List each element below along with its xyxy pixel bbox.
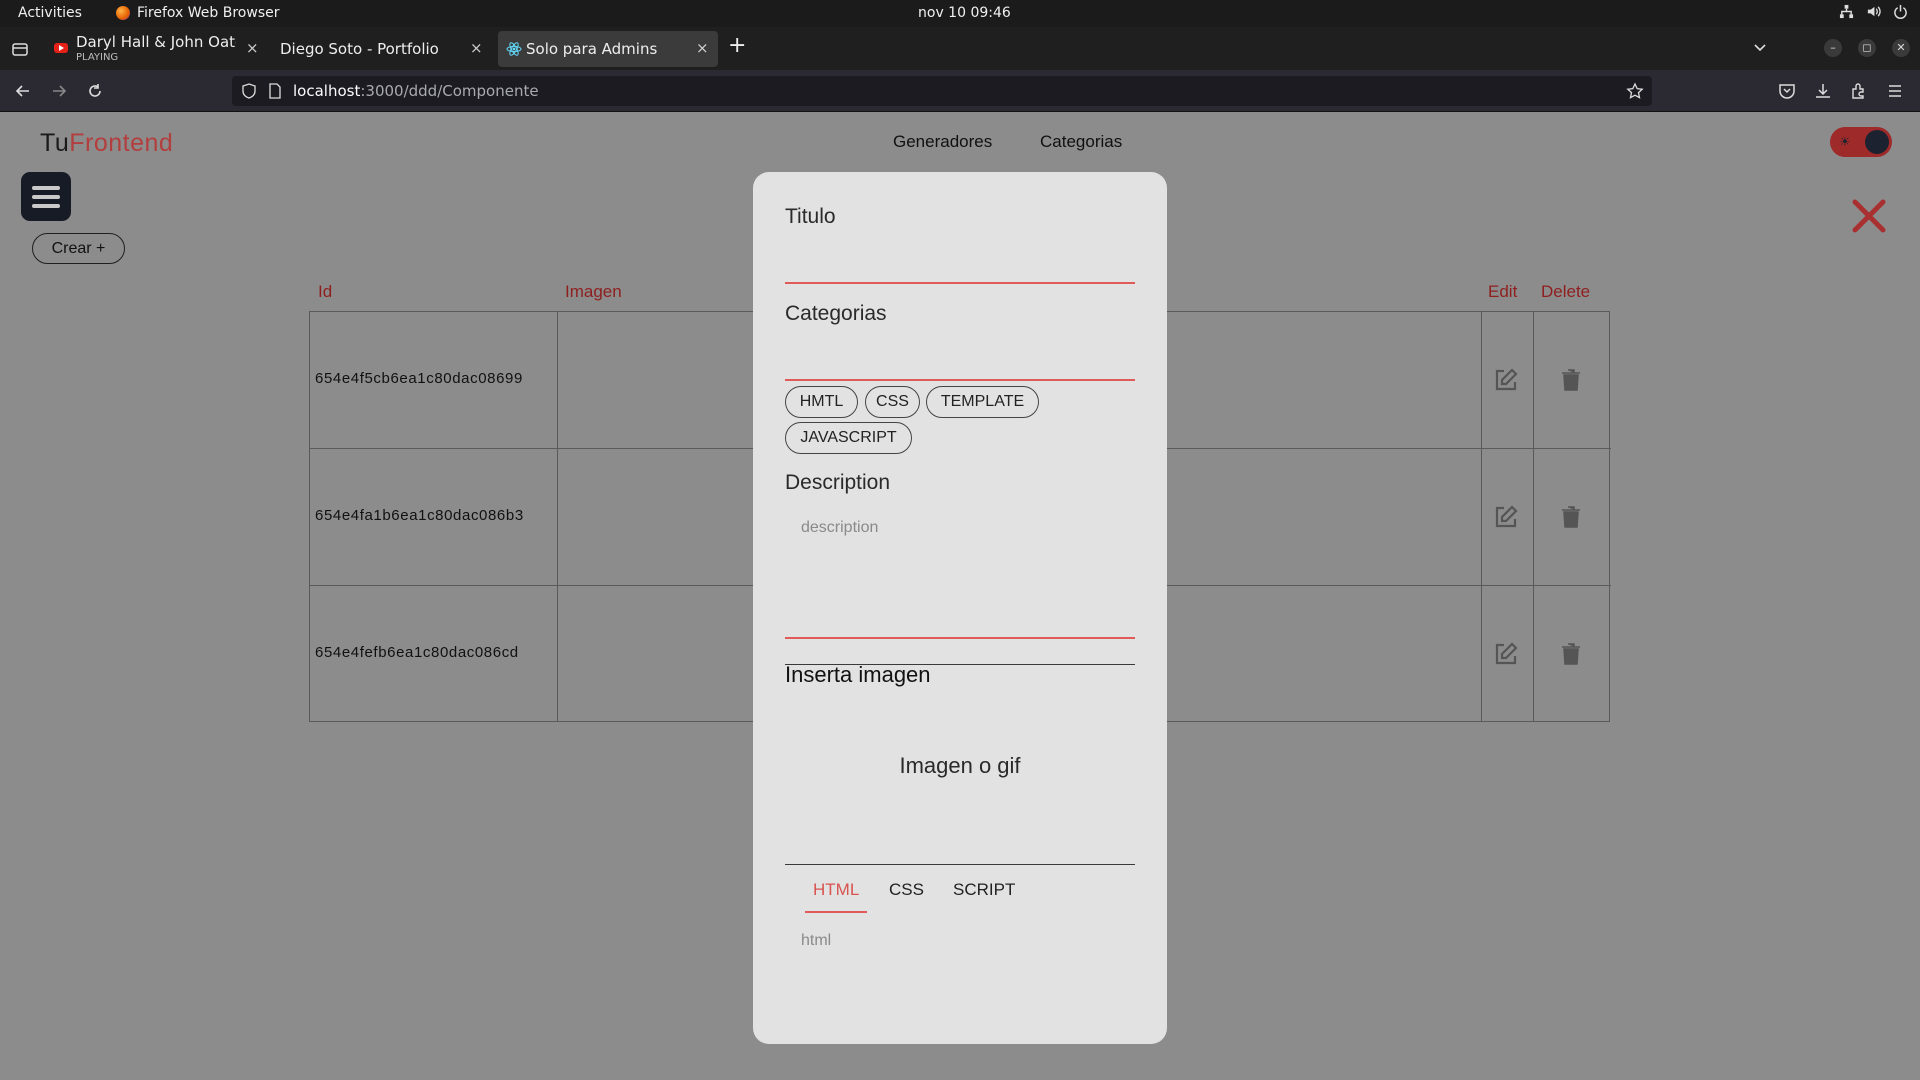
browser-tab-youtube[interactable]: Daryl Hall & John Oates - PLAYING ×: [52, 31, 262, 67]
tab-html[interactable]: HTML: [805, 877, 868, 913]
volume-icon: [1866, 4, 1881, 19]
activities-button[interactable]: Activities: [18, 5, 82, 21]
nav-link-categorias[interactable]: Categorias: [1040, 132, 1122, 152]
dropzone-text: Imagen o gif: [899, 753, 1021, 778]
youtube-icon: [54, 43, 68, 53]
tab-playing-label: PLAYING: [76, 52, 119, 63]
category-chip-javascript[interactable]: JAVASCRIPT: [785, 422, 912, 454]
sun-icon: ☀: [1839, 134, 1851, 149]
url-text[interactable]: localhost:3000/ddd/Componente: [293, 82, 539, 100]
row-id: 654e4fa1b6ea1c80dac086b3: [315, 507, 524, 524]
toggle-knob: [1865, 130, 1889, 154]
url-bar[interactable]: localhost:3000/ddd/Componente: [232, 76, 1652, 106]
tab-css[interactable]: CSS: [881, 877, 932, 913]
trash-icon[interactable]: [1558, 367, 1584, 393]
system-top-bar: Activities Firefox Web Browser nov 10 09…: [0, 0, 1920, 27]
tab-title: Diego Soto - Portfolio: [280, 40, 439, 58]
power-icon: [1893, 4, 1908, 19]
sidebar-menu-button[interactable]: [21, 172, 71, 221]
categorias-label: Categorias: [785, 302, 887, 325]
tab-script[interactable]: SCRIPT: [945, 877, 1023, 913]
crear-button[interactable]: Crear +: [32, 233, 125, 264]
titulo-underline: [785, 282, 1135, 284]
tab-strip: Daryl Hall & John Oates - PLAYING × Dieg…: [0, 27, 1920, 70]
firefox-view-icon[interactable]: [10, 39, 30, 59]
trash-icon[interactable]: [1558, 504, 1584, 530]
column-header-image: Imagen: [565, 282, 622, 301]
maximize-button[interactable]: ◻: [1858, 39, 1876, 57]
theme-toggle[interactable]: ☀: [1830, 127, 1892, 157]
image-heading: Inserta imagen: [785, 662, 931, 687]
tab-close-button[interactable]: ×: [696, 39, 709, 57]
reload-icon[interactable]: [86, 82, 104, 100]
description-underline: [785, 637, 1135, 639]
forward-arrow-icon[interactable]: [50, 82, 68, 100]
download-icon[interactable]: [1814, 82, 1832, 100]
logo-main: Tu: [40, 129, 70, 157]
logo-accent: Frontend: [69, 129, 174, 157]
url-host: localhost: [293, 82, 361, 100]
system-tray[interactable]: [1839, 4, 1908, 19]
menu-bar-line: [32, 204, 60, 208]
bookmark-star-icon[interactable]: [1626, 82, 1644, 100]
category-chip-html[interactable]: HMTL: [785, 386, 858, 418]
url-path: :3000/ddd/Componente: [360, 82, 539, 100]
titulo-input[interactable]: [785, 240, 1135, 272]
back-arrow-icon[interactable]: [14, 82, 32, 100]
chevron-down-icon[interactable]: [1752, 39, 1768, 55]
create-component-modal: Titulo Categorias HMTL CSS TEMPLATE JAVA…: [753, 172, 1167, 1044]
browser-tab-portfolio[interactable]: Diego Soto - Portfolio ×: [272, 31, 492, 67]
description-textarea[interactable]: description: [801, 519, 878, 537]
site-logo[interactable]: TuFrontend: [40, 129, 173, 158]
image-dropzone[interactable]: Imagen o gif: [785, 702, 1135, 837]
hamburger-menu-icon[interactable]: [1886, 82, 1904, 100]
close-window-button[interactable]: ✕: [1892, 39, 1910, 57]
tab-title: Daryl Hall & John Oates -: [76, 33, 236, 51]
extensions-icon[interactable]: [1850, 82, 1868, 100]
new-tab-button[interactable]: +: [728, 35, 746, 57]
app-name: Firefox Web Browser: [137, 5, 280, 21]
minimize-button[interactable]: –: [1824, 39, 1842, 57]
edit-icon[interactable]: [1493, 367, 1519, 393]
column-header-id: Id: [318, 282, 333, 301]
row-id: 654e4f5cb6ea1c80dac08699: [315, 370, 523, 387]
close-icon[interactable]: [1850, 197, 1888, 235]
nav-link-generadores[interactable]: Generadores: [893, 132, 992, 152]
titulo-label: Titulo: [785, 205, 836, 228]
tab-close-button[interactable]: ×: [470, 39, 483, 57]
categorias-underline: [785, 379, 1135, 381]
category-chip-css[interactable]: CSS: [865, 386, 920, 418]
category-chip-template[interactable]: TEMPLATE: [926, 386, 1039, 418]
edit-icon[interactable]: [1493, 641, 1519, 667]
divider: [785, 864, 1135, 865]
app-menu[interactable]: Firefox Web Browser: [116, 5, 280, 21]
firefox-icon: [116, 6, 130, 20]
clock[interactable]: nov 10 09:46: [918, 5, 1011, 21]
code-editor[interactable]: html: [801, 932, 831, 950]
page-icon[interactable]: [267, 83, 283, 99]
shield-icon[interactable]: [241, 83, 257, 99]
trash-icon[interactable]: [1558, 641, 1584, 667]
tab-title: Solo para Admins: [526, 40, 658, 58]
description-label: Description: [785, 471, 891, 494]
column-header-delete: Delete: [1541, 282, 1591, 301]
react-icon: [506, 41, 522, 57]
browser-tab-admins[interactable]: Solo para Admins ×: [498, 31, 718, 67]
network-icon: [1839, 4, 1854, 19]
categorias-input[interactable]: [785, 337, 1135, 369]
edit-icon[interactable]: [1493, 504, 1519, 530]
navigation-toolbar: localhost:3000/ddd/Componente: [0, 70, 1920, 112]
row-id: 654e4fefb6ea1c80dac086cd: [315, 644, 519, 661]
menu-bar-line: [32, 186, 60, 190]
pocket-icon[interactable]: [1778, 82, 1796, 100]
tab-close-button[interactable]: ×: [246, 39, 259, 57]
column-header-edit: Edit: [1488, 282, 1518, 301]
menu-bar-line: [32, 195, 60, 199]
